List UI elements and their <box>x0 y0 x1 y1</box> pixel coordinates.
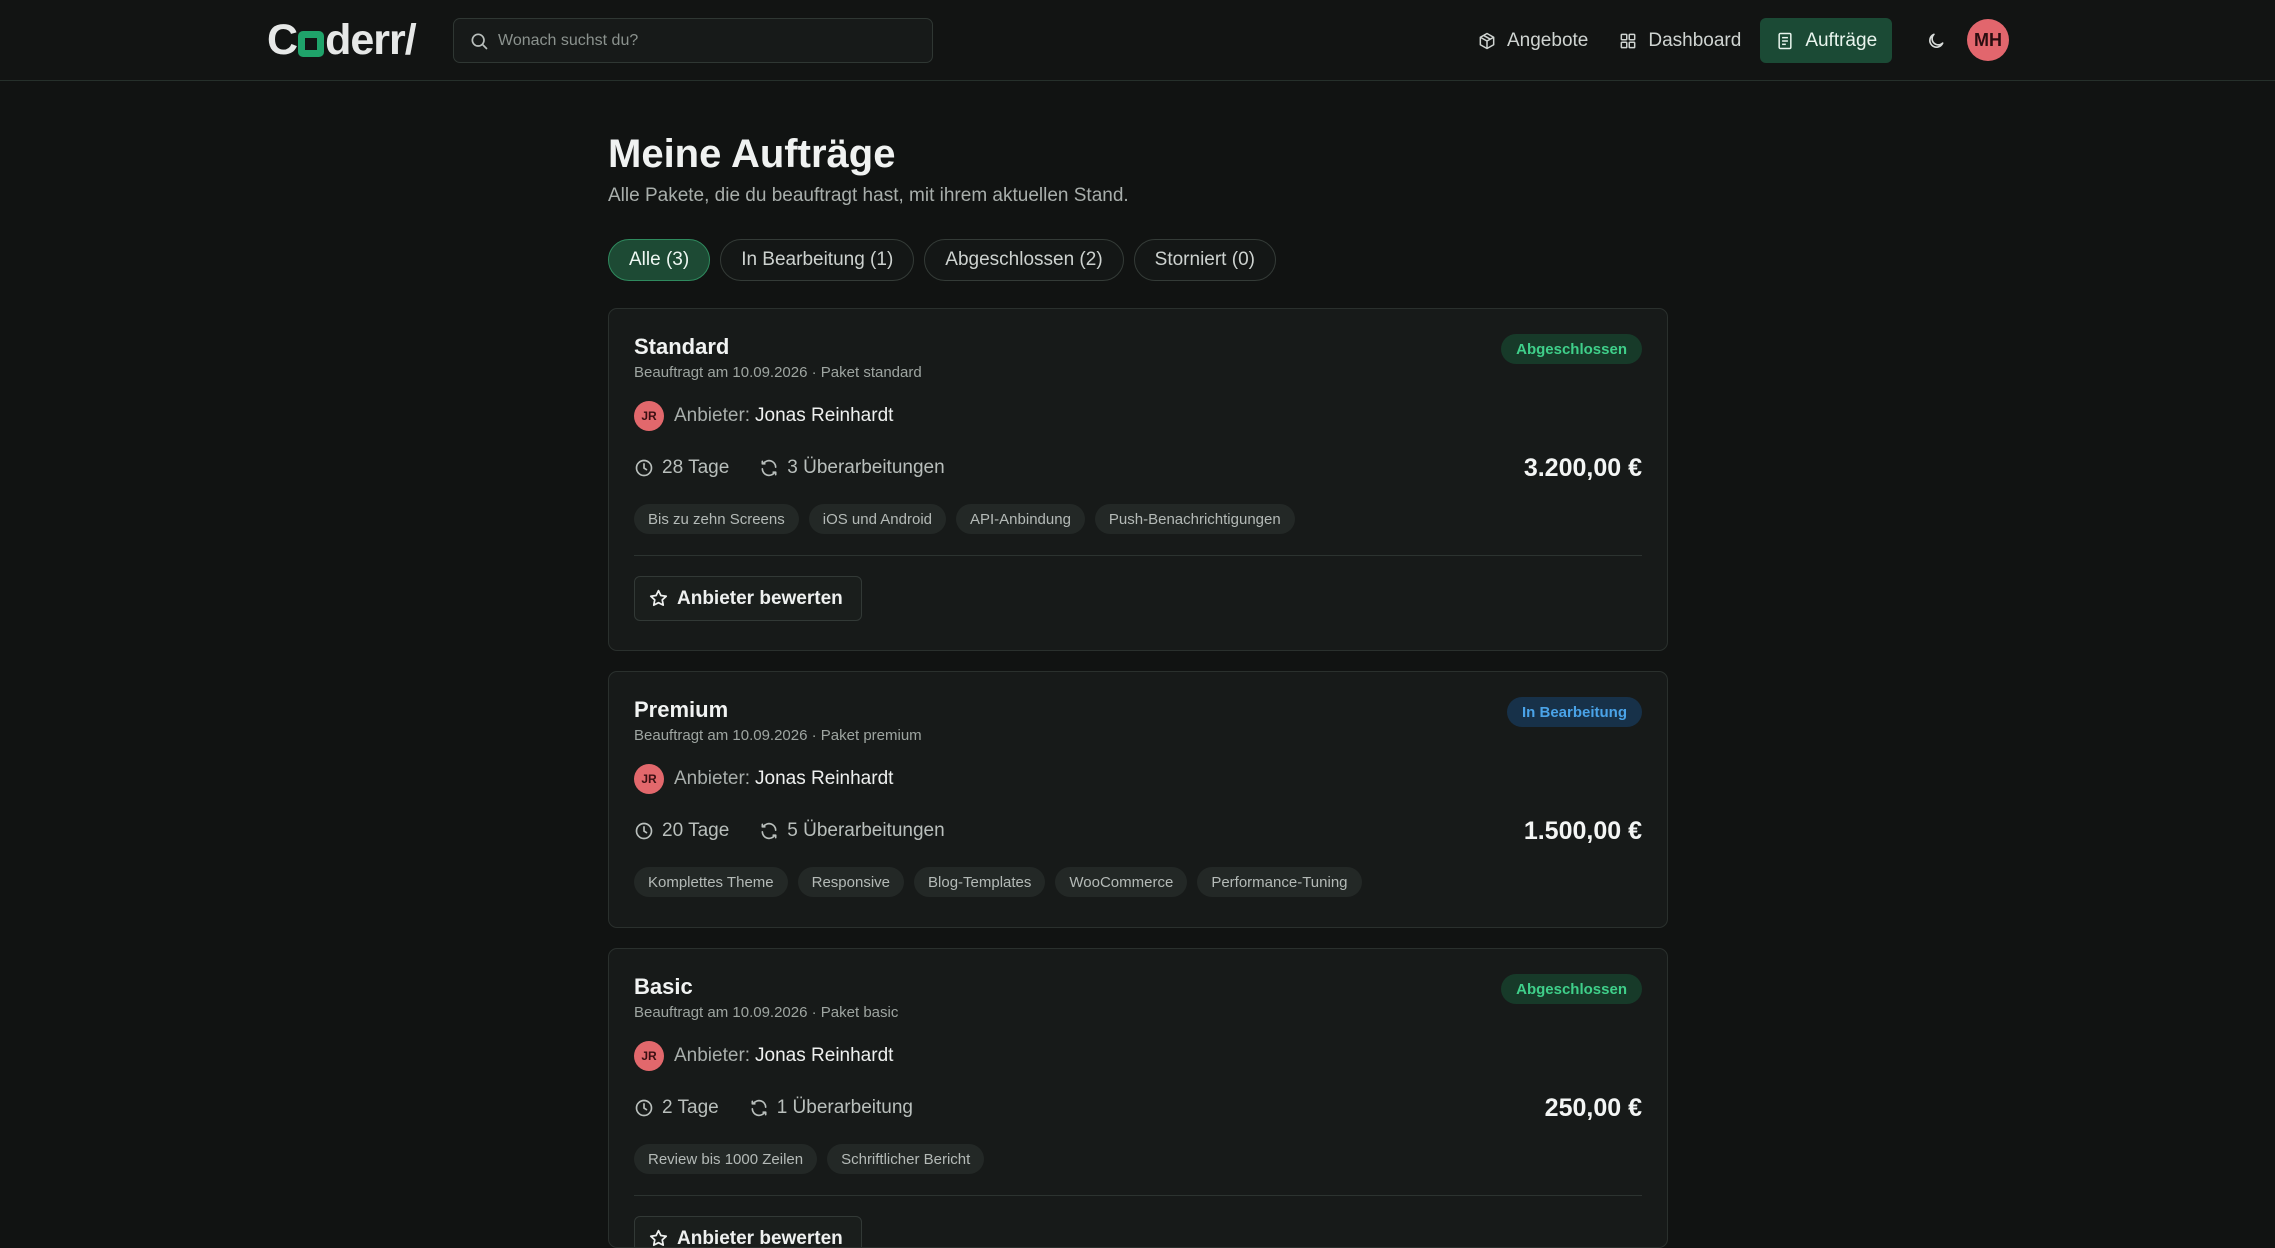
main-content: Meine Aufträge Alle Pakete, die du beauf… <box>608 81 1668 281</box>
feature-tag: Bis zu zehn Screens <box>634 504 799 534</box>
rate-provider-label: Anbieter bewerten <box>677 588 843 610</box>
clock-icon <box>634 821 654 841</box>
feature-tags: Komplettes Theme Responsive Blog-Templat… <box>634 867 1642 897</box>
duration-text: 28 Tage <box>662 457 729 479</box>
package-icon <box>1477 31 1497 51</box>
filter-completed[interactable]: Abgeschlossen (2) <box>924 239 1123 281</box>
order-stats: 20 Tage 5 Überarbeitungen 1.500,00 € <box>634 817 1642 845</box>
status-badge: In Bearbeitung <box>1507 697 1642 727</box>
status-badge: Abgeschlossen <box>1501 334 1642 364</box>
provider-name[interactable]: Jonas Reinhardt <box>755 768 893 790</box>
feature-tag: API-Anbindung <box>956 504 1085 534</box>
feature-tag: Komplettes Theme <box>634 867 788 897</box>
nav-item-auftraege[interactable]: Aufträge <box>1760 18 1892 63</box>
rate-provider-button[interactable]: Anbieter bewerten <box>634 576 862 621</box>
revisions-stat: 3 Überarbeitungen <box>759 457 944 479</box>
feature-tag: Schriftlicher Bericht <box>827 1144 984 1174</box>
top-bar: Cderr/ Angebote Dashboard Aufträge MH <box>0 0 2275 81</box>
clock-icon <box>634 458 654 478</box>
clock-icon <box>634 1098 654 1118</box>
order-title: Standard <box>634 335 1642 359</box>
nav-label-auftraege: Aufträge <box>1805 30 1877 52</box>
provider-avatar: JR <box>634 401 664 431</box>
feature-tag: iOS und Android <box>809 504 946 534</box>
card-divider <box>634 555 1642 556</box>
logo-mark <box>298 31 324 57</box>
filter-in-progress[interactable]: In Bearbeitung (1) <box>720 239 914 281</box>
logo[interactable]: Cderr/ <box>267 18 416 62</box>
feature-tag: WooCommerce <box>1055 867 1187 897</box>
order-card: Standard Beauftragt am 10.09.2026 · Pake… <box>608 308 1668 651</box>
provider-name[interactable]: Jonas Reinhardt <box>755 1045 893 1067</box>
star-icon <box>648 588 669 609</box>
order-meta: Beauftragt am 10.09.2026 · Paket standar… <box>634 363 1642 383</box>
nav-item-dashboard[interactable]: Dashboard <box>1603 18 1756 63</box>
feature-tags: Review bis 1000 Zeilen Schriftlicher Ber… <box>634 1144 1642 1174</box>
rate-provider-button[interactable]: Anbieter bewerten <box>634 1216 862 1248</box>
main-nav: Angebote Dashboard Aufträge <box>1462 18 1892 63</box>
feature-tag: Blog-Templates <box>914 867 1045 897</box>
duration-stat: 2 Tage <box>634 1097 719 1119</box>
dashboard-icon <box>1618 31 1638 51</box>
revisions-text: 5 Überarbeitungen <box>787 820 944 842</box>
provider-label: Anbieter: <box>674 768 750 790</box>
provider-row: JR Anbieter: Jonas Reinhardt <box>634 1041 1642 1071</box>
revisions-stat: 1 Überarbeitung <box>749 1097 913 1119</box>
logo-text-end: derr/ <box>325 16 416 64</box>
order-card: Basic Beauftragt am 10.09.2026 · Paket b… <box>608 948 1668 1248</box>
nav-label-angebote: Angebote <box>1507 30 1588 52</box>
refresh-icon <box>759 458 779 478</box>
refresh-icon <box>749 1098 769 1118</box>
search-input[interactable] <box>498 32 932 50</box>
order-price: 250,00 € <box>1545 1094 1642 1122</box>
provider-label: Anbieter: <box>674 405 750 427</box>
provider-name[interactable]: Jonas Reinhardt <box>755 405 893 427</box>
star-icon <box>648 1228 669 1248</box>
page-subtitle: Alle Pakete, die du beauftragt hast, mit… <box>608 183 1668 209</box>
feature-tag: Responsive <box>798 867 904 897</box>
feature-tag: Push-Benachrichtigungen <box>1095 504 1295 534</box>
search-box <box>453 18 933 63</box>
moon-icon <box>1926 31 1946 51</box>
nav-label-dashboard: Dashboard <box>1648 30 1741 52</box>
provider-row: JR Anbieter: Jonas Reinhardt <box>634 401 1642 431</box>
duration-stat: 20 Tage <box>634 820 729 842</box>
search-icon <box>469 31 489 51</box>
duration-stat: 28 Tage <box>634 457 729 479</box>
provider-row: JR Anbieter: Jonas Reinhardt <box>634 764 1642 794</box>
revisions-stat: 5 Überarbeitungen <box>759 820 944 842</box>
order-meta: Beauftragt am 10.09.2026 · Paket premium <box>634 726 1642 746</box>
user-avatar[interactable]: MH <box>1967 19 2009 61</box>
document-icon <box>1775 31 1795 51</box>
theme-toggle-button[interactable] <box>1915 20 1957 62</box>
provider-avatar: JR <box>634 764 664 794</box>
refresh-icon <box>759 821 779 841</box>
provider-label: Anbieter: <box>674 1045 750 1067</box>
card-divider <box>634 1195 1642 1196</box>
order-title: Premium <box>634 698 1642 722</box>
page-title: Meine Aufträge <box>608 129 1668 179</box>
duration-text: 20 Tage <box>662 820 729 842</box>
order-meta: Beauftragt am 10.09.2026 · Paket basic <box>634 1003 1642 1023</box>
feature-tag: Performance-Tuning <box>1197 867 1361 897</box>
provider-avatar: JR <box>634 1041 664 1071</box>
status-badge: Abgeschlossen <box>1501 974 1642 1004</box>
feature-tags: Bis zu zehn Screens iOS und Android API-… <box>634 504 1642 534</box>
order-stats: 28 Tage 3 Überarbeitungen 3.200,00 € <box>634 454 1642 482</box>
feature-tag: Review bis 1000 Zeilen <box>634 1144 817 1174</box>
order-card: Premium Beauftragt am 10.09.2026 · Paket… <box>608 671 1668 928</box>
order-price: 3.200,00 € <box>1524 454 1642 482</box>
revisions-text: 3 Überarbeitungen <box>787 457 944 479</box>
nav-item-angebote[interactable]: Angebote <box>1462 18 1603 63</box>
filter-cancelled[interactable]: Storniert (0) <box>1134 239 1276 281</box>
order-title: Basic <box>634 975 1642 999</box>
revisions-text: 1 Überarbeitung <box>777 1097 913 1119</box>
duration-text: 2 Tage <box>662 1097 719 1119</box>
logo-text-start: C <box>267 16 297 64</box>
order-price: 1.500,00 € <box>1524 817 1642 845</box>
filter-tabs: Alle (3) In Bearbeitung (1) Abgeschlosse… <box>608 239 1668 281</box>
filter-all[interactable]: Alle (3) <box>608 239 710 281</box>
order-stats: 2 Tage 1 Überarbeitung 250,00 € <box>634 1094 1642 1122</box>
